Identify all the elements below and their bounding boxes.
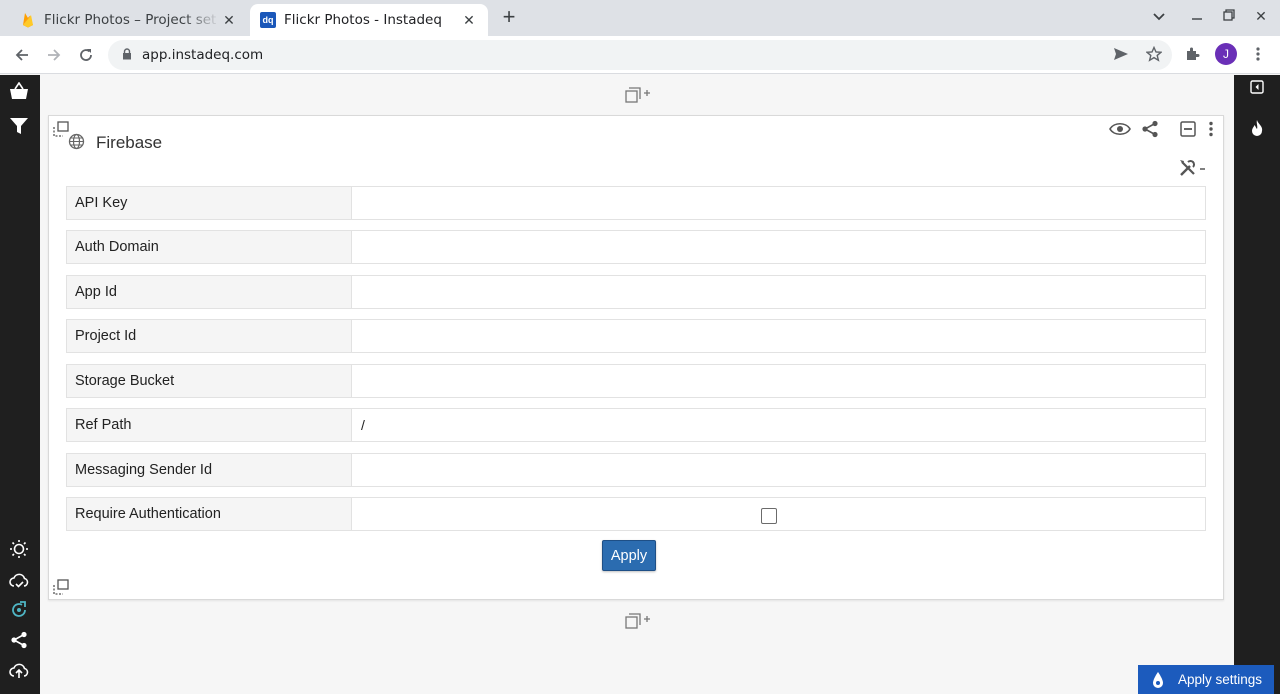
messaging-sender-id-field[interactable] — [351, 453, 1206, 487]
sync-icon[interactable] — [8, 599, 30, 621]
tab-close-icon[interactable]: ✕ — [220, 12, 238, 29]
bookmark-star-icon[interactable] — [1145, 45, 1163, 63]
fire-icon[interactable] — [1246, 117, 1268, 139]
storage-bucket-field[interactable] — [351, 364, 1206, 398]
minimize-icon[interactable] — [1187, 8, 1207, 24]
preview-eye-icon[interactable] — [1109, 119, 1131, 139]
right-sidebar — [1234, 75, 1280, 694]
cloud-check-icon[interactable] — [8, 570, 30, 592]
tab-close-icon[interactable]: ✕ — [460, 12, 478, 29]
resize-corner-bottom-icon[interactable] — [52, 578, 70, 596]
cloud-upload-icon[interactable] — [8, 660, 30, 682]
field-label: Require Authentication — [66, 497, 351, 531]
api-key-field[interactable] — [351, 186, 1206, 220]
form-row-app-id: App Id — [66, 275, 1206, 309]
add-panel-below-icon[interactable] — [623, 610, 653, 630]
app-id-field[interactable] — [351, 275, 1206, 309]
share-icon[interactable] — [8, 629, 30, 651]
field-label: API Key — [66, 186, 351, 220]
form-row-api-key: API Key — [66, 186, 1206, 220]
forward-icon[interactable] — [43, 44, 65, 66]
minimize-panel-icon[interactable] — [1177, 119, 1199, 139]
dq-icon: dq — [260, 12, 276, 28]
field-label: Storage Bucket — [66, 364, 351, 398]
left-sidebar — [0, 75, 40, 694]
form-row-storage-bucket: Storage Bucket — [66, 364, 1206, 398]
brightness-icon[interactable] — [8, 538, 30, 560]
close-window-icon[interactable]: ✕ — [1251, 8, 1271, 25]
form-row-project-id: Project Id — [66, 319, 1206, 353]
ref-path-field[interactable]: / — [351, 408, 1206, 442]
profile-avatar[interactable]: J — [1215, 43, 1237, 65]
field-label: App Id — [66, 275, 351, 309]
browser-tabstrip: Flickr Photos – Project set ✕ dq Flickr … — [0, 0, 1280, 36]
field-label: Auth Domain — [66, 230, 351, 264]
basket-icon[interactable] — [8, 80, 30, 102]
extensions-icon[interactable] — [1184, 45, 1202, 63]
new-tab-button[interactable]: + — [498, 6, 520, 29]
project-id-field[interactable] — [351, 319, 1206, 353]
form-row-auth-domain: Auth Domain — [66, 230, 1206, 264]
url-text: app.instadeq.com — [142, 47, 264, 63]
panel-share-icon[interactable] — [1139, 119, 1161, 139]
globe-icon — [67, 132, 85, 150]
field-label: Project Id — [66, 319, 351, 353]
browser-menu-icon[interactable] — [1249, 45, 1267, 63]
lock-icon — [122, 47, 132, 63]
back-icon[interactable] — [11, 44, 33, 66]
tab-flickr-project[interactable]: Flickr Photos – Project set ✕ — [0, 4, 248, 36]
panel-title: Firebase — [96, 133, 163, 152]
auth-domain-field[interactable] — [351, 230, 1206, 264]
settings-tools-icon[interactable] — [1179, 158, 1207, 178]
apply-settings-label: Apply settings — [1178, 672, 1263, 687]
form-row-messaging-sender-id: Messaging Sender Id — [66, 453, 1206, 487]
address-bar[interactable]: app.instadeq.com — [108, 40, 1172, 70]
form-row-require-authentication: Require Authentication — [66, 497, 1206, 531]
reload-icon[interactable] — [75, 44, 97, 66]
restore-icon[interactable] — [1219, 8, 1239, 24]
require-authentication-cell — [351, 497, 1206, 531]
apply-settings-button[interactable]: Apply settings — [1138, 665, 1274, 694]
panel-menu-icon[interactable] — [1200, 119, 1222, 139]
tab-search-icon[interactable] — [1149, 8, 1169, 24]
tab-instadeq[interactable]: dq Flickr Photos - Instadeq ✕ — [250, 4, 488, 36]
browser-toolbar: app.instadeq.com J — [0, 36, 1280, 74]
field-label: Messaging Sender Id — [66, 453, 351, 487]
filter-icon[interactable] — [8, 115, 30, 137]
form-row-ref-path: Ref Path / — [66, 408, 1206, 442]
apply-button[interactable]: Apply — [602, 540, 656, 571]
firebase-icon — [20, 12, 36, 28]
require-authentication-checkbox[interactable] — [761, 508, 777, 524]
drop-icon — [1138, 671, 1178, 689]
tab-title: Flickr Photos – Project set — [44, 12, 217, 28]
tab-title: Flickr Photos - Instadeq — [284, 12, 442, 28]
field-label: Ref Path — [66, 408, 351, 442]
field-value: / — [361, 417, 365, 433]
collapse-panel-icon[interactable] — [1246, 76, 1268, 98]
add-panel-above-icon[interactable] — [623, 84, 653, 104]
send-icon[interactable] — [1112, 45, 1130, 63]
